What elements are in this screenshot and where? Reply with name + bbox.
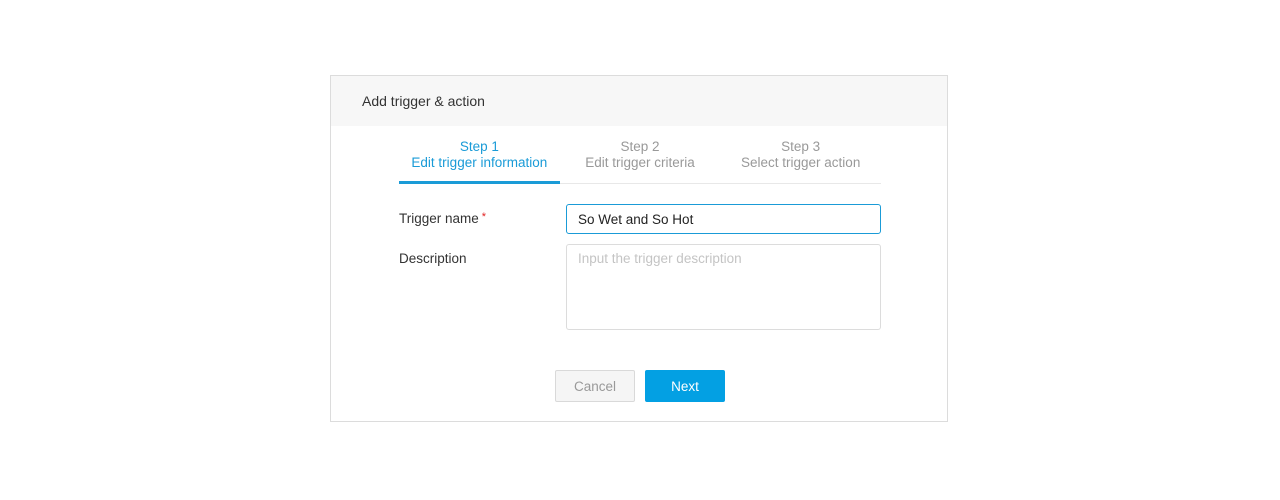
trigger-name-label-text: Trigger name xyxy=(399,211,479,226)
description-label: Description xyxy=(399,251,467,266)
trigger-name-input[interactable] xyxy=(566,204,881,234)
step-1-number: Step 1 xyxy=(459,139,499,154)
trigger-name-label: Trigger name * xyxy=(399,211,486,226)
step-1-tab[interactable]: Step 1 Edit trigger information xyxy=(399,139,560,184)
dialog-header: Add trigger & action xyxy=(331,76,947,126)
dialog-title: Add trigger & action xyxy=(362,93,485,109)
next-button[interactable]: Next xyxy=(645,370,725,402)
cancel-button[interactable]: Cancel xyxy=(555,370,635,402)
description-textarea[interactable] xyxy=(566,244,881,330)
step-3-number: Step 3 xyxy=(781,139,821,154)
step-2-number: Step 2 xyxy=(620,139,660,154)
step-3-label: Select trigger action xyxy=(741,155,861,170)
add-trigger-dialog: Add trigger & action Step 1 Edit trigger… xyxy=(330,75,948,422)
step-1-label: Edit trigger information xyxy=(411,155,548,170)
required-mark: * xyxy=(481,211,487,223)
step-3-tab[interactable]: Step 3 Select trigger action xyxy=(720,139,881,183)
step-2-label: Edit trigger criteria xyxy=(585,155,695,170)
step-tabs: Step 1 Edit trigger information Step 2 E… xyxy=(399,139,881,184)
step-2-tab[interactable]: Step 2 Edit trigger criteria xyxy=(560,139,721,183)
